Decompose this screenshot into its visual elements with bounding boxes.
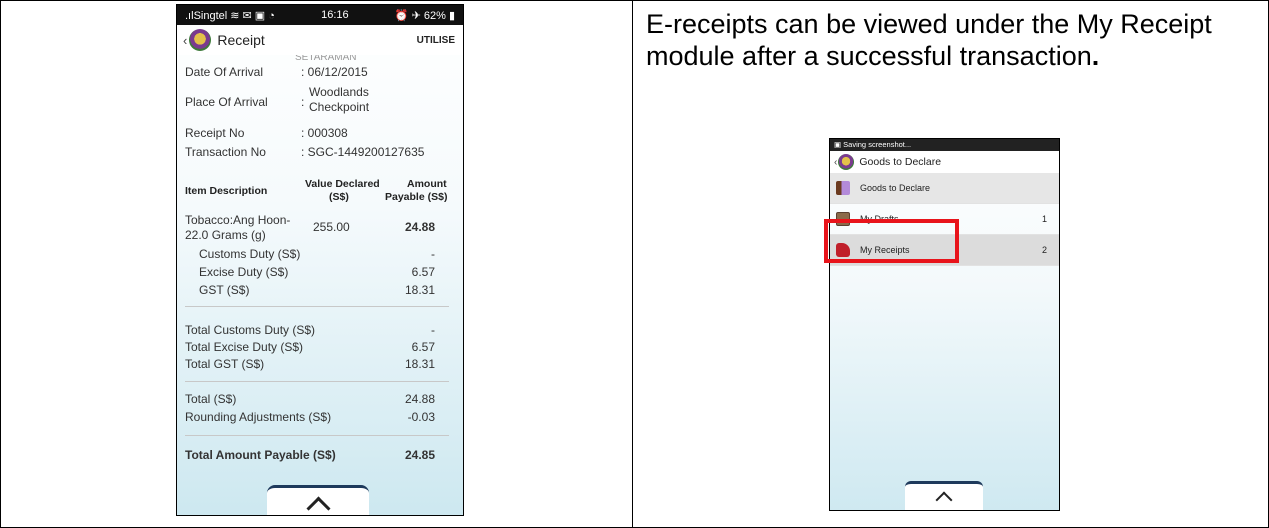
value-declared-header: Value Declared (305, 178, 380, 190)
item-amount-payable: 24.88 (404, 220, 435, 234)
goods-phone-screenshot: ▣ Saving screenshot... ‹ Goods to Declar… (829, 138, 1060, 511)
menu-item-goods-to-declare[interactable]: Goods to Declare (830, 173, 1059, 204)
divider (185, 306, 449, 307)
back-chevron-icon[interactable]: ‹ (834, 157, 837, 168)
total-label: Total (S$) (185, 392, 237, 406)
screenshot-icon: ▣ (834, 140, 844, 149)
wifi-icon: ≋ ✉ ▣ ◔ (230, 9, 275, 22)
amount-payable-header: Amount (407, 178, 447, 190)
date-of-arrival-label: Date Of Arrival (185, 65, 264, 79)
signal-icon: .ıl (185, 9, 194, 22)
receipt-phone-screenshot: .ılSingtel ≋ ✉ ▣ ◔ 16:16 ⏰ ✈ 62% ▮ ‹ Rec… (176, 4, 464, 516)
app-bar: ‹ Goods to Declare (830, 151, 1059, 173)
item-name-line1: Tobacco:Ang Hoon- (185, 213, 291, 227)
value-declared-unit: (S$) (329, 191, 349, 203)
total-excise-duty-value: 6.57 (411, 340, 435, 354)
description-period: . (1091, 41, 1100, 71)
status-bar: .ılSingtel ≋ ✉ ▣ ◔ 16:16 ⏰ ✈ 62% ▮ (177, 5, 463, 25)
total-amount-payable-value: 24.85 (404, 448, 435, 462)
receipts-count: 2 (1041, 245, 1047, 255)
chevron-up-icon (305, 496, 331, 515)
rounding-adjustments-value: -0.03 (407, 410, 435, 424)
customs-logo-icon (838, 154, 855, 170)
page-title: Goods to Declare (859, 156, 942, 168)
excise-duty-value: 6.57 (411, 265, 435, 279)
rounding-adjustments-label: Rounding Adjustments (S$) (185, 410, 332, 424)
chevron-up-icon (935, 491, 953, 509)
total-amount-payable-label: Total Amount Payable (S$) (185, 448, 336, 462)
gst-value: 18.31 (404, 283, 435, 297)
app-bar: ‹ Receipt UTILISE (177, 25, 463, 55)
scroll-up-tab[interactable] (267, 485, 369, 515)
total-value: 24.88 (404, 392, 435, 406)
excise-duty-label: Excise Duty (S$) (199, 265, 289, 279)
receipt-no-label: Receipt No (185, 126, 245, 140)
amount-payable-unit: Payable (S$) (385, 191, 448, 203)
description-text: E-receipts can be viewed under the My Re… (646, 8, 1226, 72)
transaction-no-label: Transaction No (185, 145, 266, 159)
status-text: Saving screenshot... (843, 140, 912, 149)
customs-duty-value: - (431, 247, 435, 261)
place-of-arrival-value-line1: Woodlands (309, 85, 369, 99)
gst-label: GST (S$) (199, 283, 250, 297)
my-receipts-highlight-box (824, 219, 959, 263)
menu-label: Goods to Declare (860, 183, 931, 193)
goods-icon (836, 181, 850, 195)
item-value-declared: 255.00 (313, 220, 350, 234)
alarm-icon: ⏰ ✈ (394, 9, 424, 22)
place-of-arrival-label: Place Of Arrival (185, 95, 268, 109)
item-description-header: Item Description (185, 185, 268, 197)
carrier-label: Singtel (193, 9, 228, 22)
back-chevron-icon[interactable]: ‹ (183, 33, 187, 48)
total-customs-duty-value: - (431, 323, 435, 337)
total-gst-value: 18.31 (404, 357, 435, 371)
total-gst-label: Total GST (S$) (185, 357, 265, 371)
scroll-up-tab[interactable] (905, 481, 983, 510)
customs-duty-label: Customs Duty (S$) (199, 247, 301, 261)
place-colon: : (301, 95, 305, 109)
status-bar: ▣ Saving screenshot... (830, 139, 1059, 151)
battery-level: 62% (423, 9, 446, 22)
battery-icon: ▮ (448, 9, 455, 22)
total-excise-duty-label: Total Excise Duty (S$) (185, 340, 304, 354)
receipt-no-value: : 000308 (301, 126, 348, 140)
transaction-no-value: : SGC-1449200127635 (301, 145, 425, 159)
drafts-count: 1 (1041, 214, 1047, 224)
item-name-line2: 22.0 Grams (g) (185, 228, 266, 242)
page-title: Receipt (217, 32, 265, 48)
utilise-button[interactable]: UTILISE (417, 35, 455, 46)
cut-off-name: SETARAMAN (295, 55, 357, 63)
description-body: E-receipts can be viewed under the My Re… (646, 9, 1212, 71)
status-time: 16:16 (321, 9, 349, 21)
place-of-arrival-value-line2: Checkpoint (309, 100, 370, 114)
divider (185, 435, 449, 436)
date-of-arrival-value: : 06/12/2015 (301, 65, 368, 79)
total-customs-duty-label: Total Customs Duty (S$) (185, 323, 316, 337)
customs-logo-icon (189, 29, 212, 51)
divider (185, 381, 449, 382)
